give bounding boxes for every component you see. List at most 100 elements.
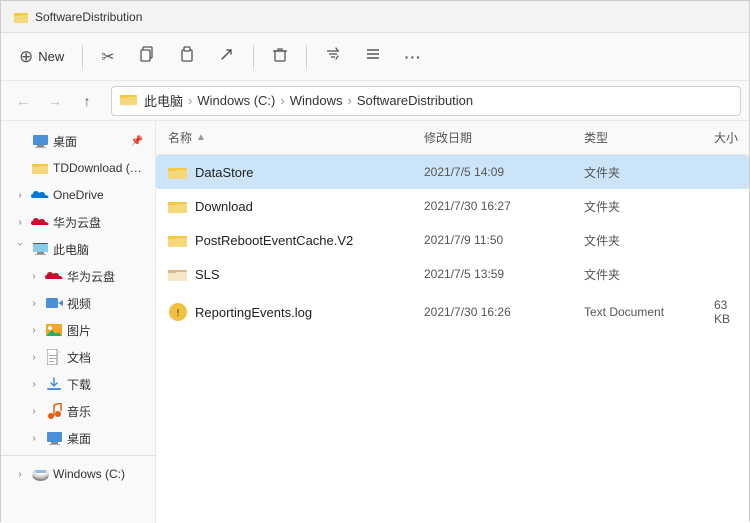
col-size-label: 大小 <box>714 131 738 145</box>
file-type-download: 文件夹 <box>576 193 706 220</box>
breadcrumb-drive[interactable]: Windows (C:) <box>197 93 275 108</box>
col-header-date[interactable]: 修改日期 <box>416 125 576 150</box>
breadcrumb-sep-2: › <box>280 93 284 108</box>
col-header-name[interactable]: 名称 ▲ <box>156 125 416 150</box>
cut-button[interactable]: ✂ <box>91 41 124 73</box>
sidebar-item-huaweiyun[interactable]: › 华为云盘 <box>5 209 151 235</box>
folder-icon-datastore <box>168 162 188 182</box>
col-header-size[interactable]: 大小 <box>706 125 749 150</box>
sidebar-label-music: 音乐 <box>67 403 143 420</box>
sidebar-label-desktop-top: 桌面 <box>53 133 127 150</box>
thispc-icon <box>31 240 49 258</box>
breadcrumb-current[interactable]: SoftwareDistribution <box>357 93 473 108</box>
file-name-text-datastore: DataStore <box>195 165 254 180</box>
file-size-sls <box>706 269 749 279</box>
breadcrumb-parts: 此电脑 › Windows (C:) › Windows › SoftwareD… <box>144 91 473 110</box>
chevron-desktop-bottom: › <box>27 433 41 444</box>
chevron-onedrive: › <box>13 190 27 201</box>
file-name-datastore: DataStore <box>156 157 416 187</box>
sidebar-item-onedrive[interactable]: › OneDrive <box>5 182 151 208</box>
desktop-top-icon <box>31 132 49 150</box>
windowsc-icon <box>31 465 49 483</box>
more-button[interactable]: ··· <box>395 43 432 71</box>
pin-icon-desktop-top: 📌 <box>131 136 143 147</box>
file-name-text-reportingevents: ReportingEvents.log <box>195 305 312 320</box>
file-date-reportingevents: 2021/7/30 16:26 <box>416 300 576 324</box>
sidebar-item-tddownload[interactable]: TDDownload (V... <box>5 155 151 181</box>
music-icon <box>45 402 63 420</box>
title-bar-text: SoftwareDistribution <box>35 10 142 24</box>
sidebar-label-tddownload: TDDownload (V... <box>53 161 143 175</box>
file-name-download: Download <box>156 191 416 221</box>
view-button[interactable] <box>355 40 391 73</box>
sidebar-item-music[interactable]: › 音乐 <box>5 398 151 424</box>
sidebar-label-picture: 图片 <box>67 322 143 339</box>
file-date-sls: 2021/7/5 13:59 <box>416 262 576 286</box>
content-area: 名称 ▲ 修改日期 类型 大小 DataStore 2021/7/5 14:09 <box>156 121 749 523</box>
breadcrumb-folder-icon <box>120 92 138 110</box>
folder-icon-postreboot <box>168 230 188 250</box>
toolbar: ⊕ New ✂ ··· <box>1 33 749 81</box>
sidebar-bottom: › Windows (C:) <box>1 455 155 487</box>
new-button[interactable]: ⊕ New <box>9 41 74 73</box>
tddownload-icon <box>31 159 49 177</box>
file-type-reportingevents: Text Document <box>576 300 706 324</box>
breadcrumb-windows[interactable]: Windows <box>290 93 343 108</box>
chevron-windowsc: › <box>13 469 27 480</box>
file-size-postreboot <box>706 235 749 245</box>
back-button[interactable]: ← <box>9 87 37 115</box>
forward-button[interactable]: → <box>41 87 69 115</box>
sidebar-item-video[interactable]: › 视频 <box>5 290 151 316</box>
sidebar-item-document[interactable]: › 文档 <box>5 344 151 370</box>
huaweiyun-icon <box>31 213 49 231</box>
copy-button[interactable] <box>129 40 165 73</box>
shortcut-icon <box>219 46 235 67</box>
delete-button[interactable] <box>262 40 298 73</box>
breadcrumb-thispc[interactable]: 此电脑 <box>144 91 183 110</box>
document-icon <box>45 348 63 366</box>
sidebar-item-windowsc[interactable]: › Windows (C:) <box>5 461 151 487</box>
sidebar-label-windowsc: Windows (C:) <box>53 467 143 481</box>
view-icon <box>365 46 381 67</box>
file-size-datastore <box>706 167 749 177</box>
sidebar: 桌面 📌 TDDownload (V... › OneDrive › 华为云盘 <box>1 121 156 523</box>
sidebar-item-desktop-bottom[interactable]: › 桌面 <box>5 425 151 451</box>
sidebar-item-thispc[interactable]: › 此电脑 <box>5 236 151 262</box>
chevron-music: › <box>27 406 41 417</box>
file-size-reportingevents: 63 KB <box>706 293 749 331</box>
file-row-sls[interactable]: SLS 2021/7/5 13:59 文件夹 <box>156 257 749 291</box>
file-row-datastore[interactable]: DataStore 2021/7/5 14:09 文件夹 <box>156 155 749 189</box>
chevron-picture: › <box>27 325 41 336</box>
sidebar-item-download[interactable]: › 下载 <box>5 371 151 397</box>
col-name-label: 名称 <box>168 129 192 146</box>
sidebar-item-desktop-top[interactable]: 桌面 📌 <box>5 128 151 154</box>
breadcrumb[interactable]: 此电脑 › Windows (C:) › Windows › SoftwareD… <box>111 86 741 116</box>
sort-button[interactable] <box>315 40 351 73</box>
file-row-download[interactable]: Download 2021/7/30 16:27 文件夹 <box>156 189 749 223</box>
video-icon <box>45 294 63 312</box>
paste-button[interactable] <box>169 40 205 73</box>
up-button[interactable]: ↑ <box>73 87 101 115</box>
sidebar-item-huaweiyun2[interactable]: › 华为云盘 <box>5 263 151 289</box>
file-date-postreboot: 2021/7/9 11:50 <box>416 228 576 252</box>
file-name-postreboot: PostRebootEventCache.V2 <box>156 225 416 255</box>
shortcut-button[interactable] <box>209 40 245 73</box>
file-list-header: 名称 ▲ 修改日期 类型 大小 <box>156 121 749 155</box>
col-header-type[interactable]: 类型 <box>576 125 706 150</box>
folder-icon-sls <box>168 264 188 284</box>
svg-text:!: ! <box>177 308 180 319</box>
chevron-huaweiyun2: › <box>27 271 41 282</box>
sort-icon <box>325 46 341 67</box>
new-label: New <box>38 49 64 64</box>
new-plus-icon: ⊕ <box>19 47 33 67</box>
col-type-label: 类型 <box>584 131 608 145</box>
col-date-label: 修改日期 <box>424 131 472 145</box>
sidebar-label-video: 视频 <box>67 295 143 312</box>
file-row-postreboot[interactable]: PostRebootEventCache.V2 2021/7/9 11:50 文… <box>156 223 749 257</box>
download-icon <box>45 375 63 393</box>
sidebar-item-picture[interactable]: › 图片 <box>5 317 151 343</box>
more-icon: ··· <box>405 49 422 65</box>
file-row-reportingevents[interactable]: ! ReportingEvents.log 2021/7/30 16:26 Te… <box>156 291 749 333</box>
delete-icon <box>272 46 288 67</box>
sort-arrow-icon: ▲ <box>196 132 206 143</box>
